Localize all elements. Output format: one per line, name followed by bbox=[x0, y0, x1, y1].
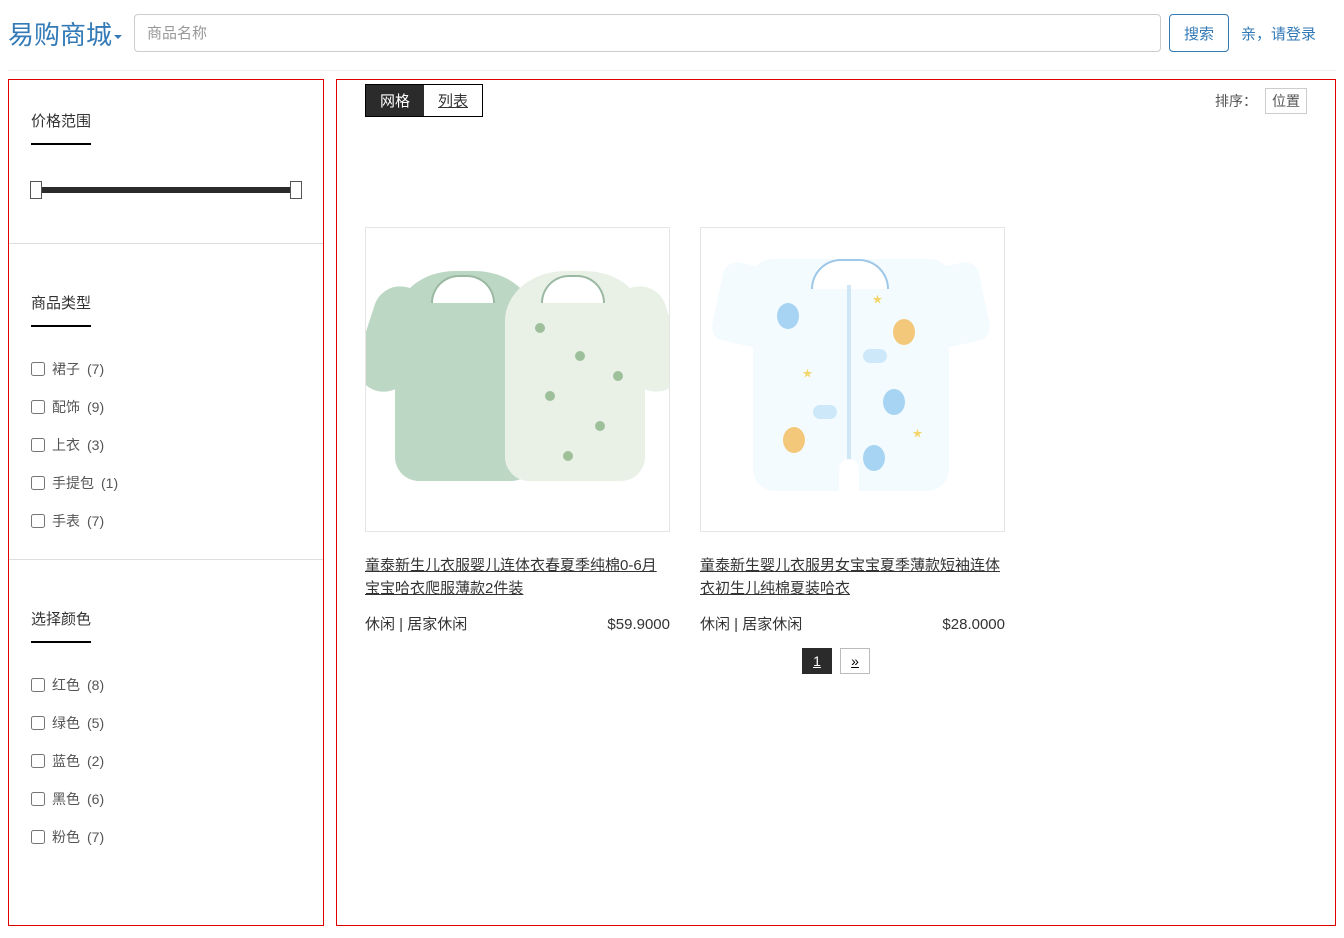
section-divider bbox=[9, 559, 323, 560]
search-button[interactable]: 搜索 bbox=[1169, 14, 1229, 52]
color-count: (6) bbox=[87, 791, 104, 807]
type-label: 手提包 bbox=[52, 473, 94, 493]
type-label: 手表 bbox=[52, 511, 80, 531]
type-item: 裙子 (7) bbox=[31, 359, 301, 379]
color-count: (8) bbox=[87, 677, 104, 693]
header-divider bbox=[8, 70, 1336, 71]
site-logo[interactable]: 易购商城 bbox=[8, 15, 122, 52]
color-item: 粉色 (7) bbox=[31, 827, 301, 847]
color-checkbox-list: 红色 (8) 绿色 (5) 蓝色 (2) 黑色 (6) 粉色 (7) bbox=[31, 675, 301, 847]
product-price: $59.9000 bbox=[607, 616, 670, 633]
type-checkbox[interactable] bbox=[31, 514, 45, 528]
price-slider-min-handle[interactable] bbox=[30, 181, 42, 199]
login-link[interactable]: 亲，请登录 bbox=[1241, 23, 1316, 44]
type-label: 裙子 bbox=[52, 359, 80, 379]
product-category: 休闲 | 居家休闲 bbox=[700, 613, 802, 634]
type-checkbox[interactable] bbox=[31, 476, 45, 490]
product-title-link[interactable]: 童泰新生儿衣服婴儿连体衣春夏季纯棉0-6月宝宝哈衣爬服薄款2件装 bbox=[365, 554, 670, 601]
price-filter-section: 价格范围 bbox=[31, 110, 301, 244]
page-1-button[interactable]: 1 bbox=[802, 648, 832, 674]
view-mode-tabs: 网格 列表 bbox=[365, 84, 483, 117]
type-label: 配饰 bbox=[52, 397, 80, 417]
type-label: 上衣 bbox=[52, 435, 80, 455]
color-count: (5) bbox=[87, 715, 104, 731]
color-title: 选择颜色 bbox=[31, 608, 91, 643]
type-count: (7) bbox=[87, 361, 104, 377]
type-count: (9) bbox=[87, 399, 104, 415]
product-meta: 休闲 | 居家休闲 $59.9000 bbox=[365, 613, 670, 634]
sort-control: 排序： 位置 bbox=[1215, 88, 1307, 114]
product-price: $28.0000 bbox=[942, 616, 1005, 633]
product-image[interactable] bbox=[700, 227, 1005, 532]
color-checkbox[interactable] bbox=[31, 830, 45, 844]
color-checkbox[interactable] bbox=[31, 792, 45, 806]
product-grid: 童泰新生儿衣服婴儿连体衣春夏季纯棉0-6月宝宝哈衣爬服薄款2件装 休闲 | 居家… bbox=[365, 227, 1307, 634]
type-count: (1) bbox=[101, 475, 118, 491]
color-label: 红色 bbox=[52, 675, 80, 695]
color-filter-section: 选择颜色 红色 (8) 绿色 (5) 蓝色 (2) 黑色 (6) 粉色 (7) bbox=[31, 608, 301, 847]
product-category: 休闲 | 居家休闲 bbox=[365, 613, 467, 634]
sort-select[interactable]: 位置 bbox=[1265, 88, 1307, 114]
search-input[interactable] bbox=[134, 14, 1161, 52]
color-item: 绿色 (5) bbox=[31, 713, 301, 733]
type-count: (3) bbox=[87, 437, 104, 453]
product-type-title: 商品类型 bbox=[31, 292, 91, 327]
color-item: 黑色 (6) bbox=[31, 789, 301, 809]
color-item: 红色 (8) bbox=[31, 675, 301, 695]
page-next-button[interactable]: » bbox=[840, 648, 870, 674]
type-item: 手提包 (1) bbox=[31, 473, 301, 493]
type-checkbox[interactable] bbox=[31, 362, 45, 376]
type-item: 配饰 (9) bbox=[31, 397, 301, 417]
caret-down-icon bbox=[114, 35, 122, 39]
product-meta: 休闲 | 居家休闲 $28.0000 bbox=[700, 613, 1005, 634]
color-item: 蓝色 (2) bbox=[31, 751, 301, 771]
sort-label: 排序： bbox=[1215, 91, 1257, 111]
type-checkbox[interactable] bbox=[31, 438, 45, 452]
color-label: 黑色 bbox=[52, 789, 80, 809]
type-count: (7) bbox=[87, 513, 104, 529]
color-checkbox[interactable] bbox=[31, 754, 45, 768]
color-label: 绿色 bbox=[52, 713, 80, 733]
type-item: 手表 (7) bbox=[31, 511, 301, 531]
color-checkbox[interactable] bbox=[31, 716, 45, 730]
listing-toolbar: 网格 列表 排序： 位置 bbox=[365, 84, 1307, 117]
product-listing: 网格 列表 排序： 位置 童泰新生儿衣服婴儿连体衣春夏季纯棉0 bbox=[336, 79, 1336, 926]
section-divider bbox=[9, 243, 323, 244]
price-slider[interactable] bbox=[31, 187, 301, 193]
type-filter-section: 商品类型 裙子 (7) 配饰 (9) 上衣 (3) 手提包 (1) 手表 (7) bbox=[31, 292, 301, 560]
logo-text: 易购商城 bbox=[8, 20, 112, 50]
color-label: 粉色 bbox=[52, 827, 80, 847]
color-label: 蓝色 bbox=[52, 751, 80, 771]
filter-sidebar: 价格范围 商品类型 裙子 (7) 配饰 (9) 上衣 (3) 手提包 (1) 手… bbox=[8, 79, 324, 926]
product-card: 童泰新生婴儿衣服男女宝宝夏季薄款短袖连体衣初生儿纯棉夏装哈衣 休闲 | 居家休闲… bbox=[700, 227, 1005, 634]
color-count: (7) bbox=[87, 829, 104, 845]
product-card: 童泰新生儿衣服婴儿连体衣春夏季纯棉0-6月宝宝哈衣爬服薄款2件装 休闲 | 居家… bbox=[365, 227, 670, 634]
list-view-tab[interactable]: 列表 bbox=[424, 85, 482, 116]
type-checkbox-list: 裙子 (7) 配饰 (9) 上衣 (3) 手提包 (1) 手表 (7) bbox=[31, 359, 301, 531]
type-item: 上衣 (3) bbox=[31, 435, 301, 455]
color-checkbox[interactable] bbox=[31, 678, 45, 692]
grid-view-tab[interactable]: 网格 bbox=[366, 85, 424, 116]
product-title-link[interactable]: 童泰新生婴儿衣服男女宝宝夏季薄款短袖连体衣初生儿纯棉夏装哈衣 bbox=[700, 554, 1005, 601]
type-checkbox[interactable] bbox=[31, 400, 45, 414]
price-slider-max-handle[interactable] bbox=[290, 181, 302, 199]
color-count: (2) bbox=[87, 753, 104, 769]
price-range-title: 价格范围 bbox=[31, 110, 91, 145]
product-image[interactable] bbox=[365, 227, 670, 532]
pagination: 1 » bbox=[365, 648, 1307, 674]
